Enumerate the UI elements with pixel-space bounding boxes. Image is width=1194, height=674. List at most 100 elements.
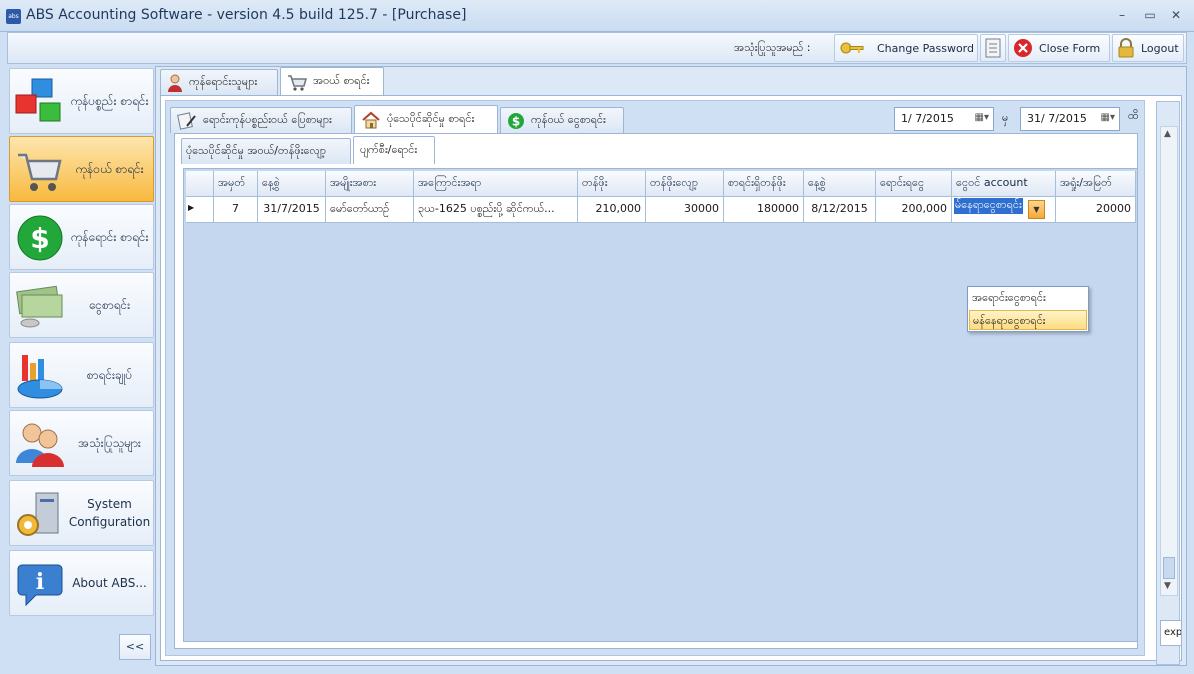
sidebar-item-sales[interactable]: $ ကုန်ရောင်း စာရင်း bbox=[9, 204, 154, 270]
table-cell[interactable]: 210,000 bbox=[578, 197, 646, 223]
table-cell[interactable]: 31/7/2015 bbox=[258, 197, 326, 223]
dropdown-option[interactable]: အရောင်းငွေစာရင်း bbox=[969, 288, 1087, 308]
date-from-picker[interactable]: 1/ 7/2015 ▦▾ bbox=[894, 107, 994, 131]
dollar-icon: $ bbox=[17, 215, 63, 261]
column-header[interactable]: တန်ဖိုးလျော့ bbox=[646, 171, 724, 197]
export-button[interactable]: exp bbox=[1160, 620, 1182, 646]
column-header[interactable]: နေ့စွဲ bbox=[258, 171, 326, 197]
column-header[interactable]: ငွေဝင် account bbox=[952, 171, 1056, 197]
sidebar-item-about[interactable]: i About ABS... bbox=[9, 550, 154, 616]
date-to-picker[interactable]: 31/ 7/2015 ▦▾ bbox=[1020, 107, 1120, 131]
minimize-button[interactable]: – bbox=[1112, 6, 1132, 24]
table-cell[interactable]: ၃ယ-1625 ပစ္စည်းပို့ ဆိုင်ကယ်... bbox=[414, 197, 578, 223]
user-name-label: အသုံးပြုသူအမည် : bbox=[734, 41, 811, 54]
tab-label: ပုံသေပိုင်ဆိုင်မှု စာရင်း bbox=[387, 111, 475, 125]
tab-asset-purchase-depreciation[interactable]: ပုံသေပိုင်ဆိုင်မှု အဝယ်/တန်ဖိုးလျော့ bbox=[181, 138, 351, 164]
notes-button[interactable] bbox=[980, 34, 1006, 62]
fixed-assets-panel: ပုံသေပိုင်ဆိုင်မှု အဝယ်/တန်ဖိုးလျော့ ပျက… bbox=[174, 133, 1138, 649]
table-cell[interactable]: မော်တော်ယာဉ် bbox=[326, 197, 414, 223]
scroll-down-icon[interactable]: ▼ bbox=[1164, 581, 1171, 591]
data-grid-area: အမှတ် နေ့စွဲ အမျိုးအစား အကြောင်းအရာ တန်ဖ… bbox=[183, 168, 1138, 642]
column-header[interactable]: တန်ဖိုး bbox=[578, 171, 646, 197]
dollar-icon: $ bbox=[508, 112, 524, 129]
vertical-scrollbar[interactable]: ▲ ▼ bbox=[1160, 126, 1178, 596]
tab-label: အဝယ် စာရင်း bbox=[313, 73, 370, 87]
column-header[interactable]: အမှတ် bbox=[214, 171, 258, 197]
column-header[interactable]: နေ့စွဲ bbox=[804, 171, 876, 197]
grid-corner bbox=[186, 171, 214, 197]
column-header[interactable]: အမျိုးအစား bbox=[326, 171, 414, 197]
dropdown-option-selected[interactable]: မန်နေရာငွေစာရင်း bbox=[969, 310, 1087, 330]
date-from-value: 1/ 7/2015 bbox=[901, 112, 954, 125]
tab-label: ကုန်ဝယ် ငွေစာရင်း bbox=[531, 112, 606, 126]
sidebar-item-label: System Configuration bbox=[68, 497, 151, 529]
scrollbar-thumb[interactable] bbox=[1163, 557, 1175, 579]
top-toolbar: အသုံးပြုသူအမည် : Change Password Close F… bbox=[7, 32, 1187, 64]
table-cell[interactable]: 8/12/2015 bbox=[804, 197, 876, 223]
sidebar-item-users[interactable]: အသုံးပြုသူများ bbox=[9, 410, 154, 476]
calendar-icon[interactable]: ▦▾ bbox=[1101, 112, 1115, 123]
title-bar: abs ABS Accounting Software - version 4.… bbox=[0, 0, 1194, 32]
right-panel-strip: ▲ ▼ exp bbox=[1156, 101, 1182, 665]
sidebar-item-label: ကုန်ပစ္စည်း စာရင်း bbox=[70, 94, 149, 108]
tab-label: ပုံသေပိုင်ဆိုင်မှု အဝယ်/တန်ဖိုးလျော့ bbox=[186, 143, 327, 157]
app-logo-icon: abs bbox=[6, 9, 21, 24]
close-circle-icon bbox=[1014, 39, 1032, 57]
sidebar-item-label: ကုန်ဝယ် စာရင်း bbox=[75, 162, 144, 176]
table-cell[interactable]: 20000 bbox=[1056, 197, 1136, 223]
sidebar: ကုန်ပစ္စည်း စာရင်း ကုန်ဝယ် စာရင်း $ ကုန်… bbox=[7, 66, 155, 666]
column-header[interactable]: ရောင်းရငွေ bbox=[876, 171, 952, 197]
chevron-down-icon[interactable]: ▼ bbox=[1028, 200, 1045, 219]
sidebar-item-system-configuration[interactable]: System Configuration bbox=[9, 480, 154, 546]
change-password-label: Change Password bbox=[877, 41, 974, 55]
tab-disposal-sale[interactable]: ပျက်စီး/ရောင်း bbox=[353, 136, 435, 164]
svg-text:i: i bbox=[36, 569, 44, 595]
account-combo-cell[interactable]: မ်နေရာငွေစာရင်း ▼ bbox=[952, 197, 1056, 223]
table-cell[interactable]: 30000 bbox=[646, 197, 724, 223]
calendar-icon[interactable]: ▦▾ bbox=[975, 112, 989, 123]
sidebar-item-label: ငွေစာရင်း bbox=[88, 298, 131, 312]
sidebar-item-reports[interactable]: စာရင်းချုပ် bbox=[9, 342, 154, 408]
collapse-sidebar-button[interactable]: << bbox=[119, 634, 151, 660]
close-form-button[interactable]: Close Form bbox=[1008, 34, 1110, 62]
date-range-separator: မှ bbox=[1002, 111, 1009, 124]
row-selector-icon[interactable]: ▶ bbox=[186, 197, 214, 223]
change-password-button[interactable]: Change Password bbox=[834, 34, 978, 62]
sidebar-item-label: About ABS... bbox=[72, 576, 147, 590]
table-cell[interactable]: 7 bbox=[214, 197, 258, 223]
tab-fixed-assets[interactable]: ပုံသေပိုင်ဆိုင်မှု စာရင်း bbox=[354, 105, 498, 133]
house-icon bbox=[362, 111, 380, 128]
sidebar-item-label: ကုန်ရောင်း စာရင်း bbox=[70, 230, 149, 244]
sidebar-item-products[interactable]: ကုန်ပစ္စည်း စာရင်း bbox=[9, 68, 154, 134]
key-icon bbox=[840, 42, 864, 54]
date-range-suffix: ထိ bbox=[1128, 109, 1139, 122]
logout-button[interactable]: Logout bbox=[1112, 34, 1184, 62]
table-cell[interactable]: 180000 bbox=[724, 197, 804, 223]
svg-text:$: $ bbox=[512, 114, 520, 128]
column-header[interactable]: စာရင်းရှိတန်ဖိုး bbox=[724, 171, 804, 197]
cash-icon bbox=[16, 285, 63, 328]
tab-purchase-list[interactable]: အဝယ် စာရင်း bbox=[280, 67, 384, 95]
scroll-up-icon[interactable]: ▲ bbox=[1164, 129, 1171, 139]
table-cell[interactable]: 200,000 bbox=[876, 197, 952, 223]
tab-suppliers[interactable]: ကုန်ရောင်းသူများ bbox=[160, 69, 278, 95]
document-icon bbox=[985, 38, 1001, 58]
main-panel: ကုန်ရောင်းသူများ အဝယ် စာရင်း ရောင်းကုန်ပ… bbox=[155, 66, 1187, 666]
sidebar-item-label: စာရင်းချုပ် bbox=[86, 368, 133, 382]
sidebar-item-cash[interactable]: ငွေစာရင်း bbox=[9, 272, 154, 338]
column-header[interactable]: အရှုံး/အမြတ် bbox=[1056, 171, 1136, 197]
report-chart-icon bbox=[17, 355, 63, 399]
person-icon bbox=[168, 74, 182, 92]
column-header[interactable]: အကြောင်းအရာ bbox=[414, 171, 578, 197]
tab-purchase-invoices[interactable]: ရောင်းကုန်ပစ္စည်းဝယ် ပြေစာများ bbox=[170, 107, 352, 133]
maximize-button[interactable]: ▭ bbox=[1140, 6, 1160, 24]
account-combo-value[interactable]: မ်နေရာငွေစာရင်း bbox=[954, 198, 1023, 214]
tab-purchase-cash[interactable]: $ ကုန်ဝယ် ငွေစာရင်း bbox=[500, 107, 624, 133]
shopping-cart-icon bbox=[288, 74, 307, 91]
logout-label: Logout bbox=[1141, 41, 1179, 55]
info-icon: i bbox=[17, 564, 63, 607]
tab-label: ကုန်ရောင်းသူများ bbox=[189, 74, 258, 88]
purchase-content: ရောင်းကုန်ပစ္စည်းဝယ် ပြေစာများ ပုံသေပိုင… bbox=[160, 95, 1182, 661]
close-window-button[interactable]: ✕ bbox=[1166, 6, 1186, 24]
sidebar-item-purchase[interactable]: ကုန်ဝယ် စာရင်း bbox=[9, 136, 154, 202]
